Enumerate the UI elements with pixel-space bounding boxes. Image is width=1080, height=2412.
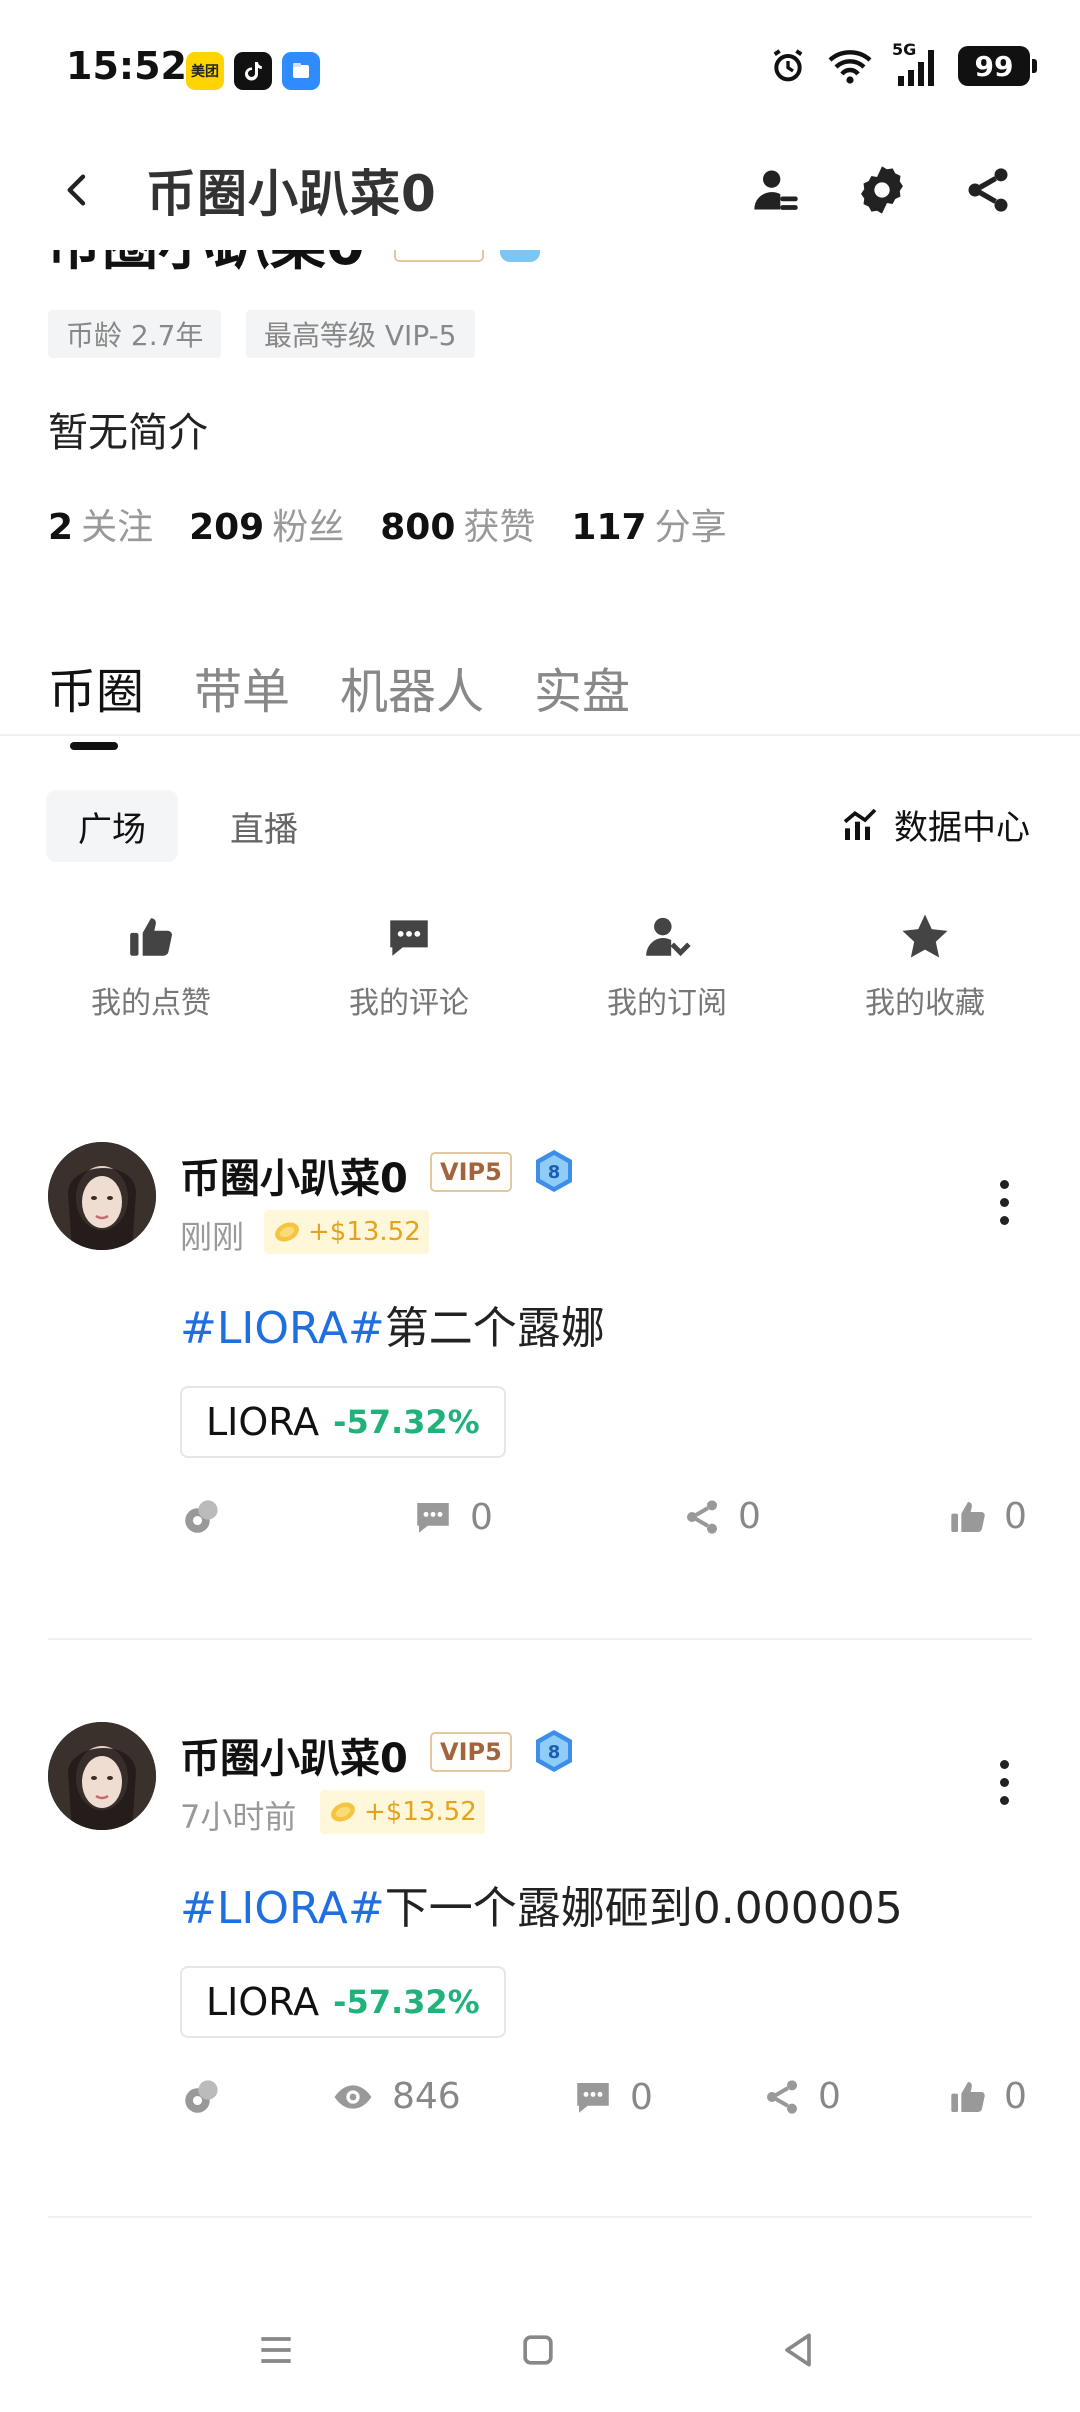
files-app-icon	[282, 52, 320, 90]
chart-icon	[843, 808, 877, 840]
share-icon	[767, 2079, 797, 2114]
post-author-name[interactable]: 币圈小趴菜0	[180, 1726, 408, 1784]
subscribe-icon	[640, 910, 694, 964]
comment-button[interactable]: 0	[572, 2076, 653, 2118]
level-badge: 8	[532, 1728, 576, 1774]
share-icon	[968, 168, 1008, 212]
post-author-name[interactable]: 币圈小趴菜0	[180, 1146, 408, 1204]
thumbs-up-icon	[124, 910, 178, 964]
thumbs-up-icon	[951, 2081, 985, 2112]
coin-icon	[331, 1802, 355, 1822]
battery-indicator: 99	[958, 46, 1037, 86]
signal-icon: 5G	[892, 40, 940, 86]
alarm-icon	[773, 49, 803, 82]
status-bar: 15:52 美团 5G 99	[0, 0, 1080, 130]
user-settings-icon	[754, 170, 798, 210]
subtab-square[interactable]: 广场	[46, 790, 178, 862]
post-divider	[48, 2216, 1032, 2218]
status-time: 15:52	[66, 44, 187, 88]
tip-button[interactable]	[180, 2076, 222, 2118]
stat-followers[interactable]: 209 粉丝	[189, 498, 344, 550]
profile-stats: 2 关注 209 粉丝 800 获赞 117 分享	[48, 498, 727, 550]
more-options-button[interactable]	[984, 1172, 1024, 1232]
like-button[interactable]: 0	[948, 2076, 1027, 2117]
stat-likes[interactable]: 800 获赞	[380, 498, 535, 550]
gear-icon	[861, 166, 903, 214]
hashtag-link[interactable]: #LIORA#	[180, 1883, 385, 1934]
coin-icon	[275, 1222, 299, 1242]
quick-actions: 我的点赞 我的评论 我的订阅 我的收藏	[0, 910, 1080, 1022]
earnings-badge: +$13.52	[320, 1790, 485, 1834]
back-button[interactable]	[48, 160, 108, 220]
thumbs-up-icon	[951, 1501, 985, 1532]
more-options-button[interactable]	[984, 1752, 1024, 1812]
tag-coin-age: 币龄 2.7年	[48, 310, 222, 358]
comment-icon	[382, 910, 436, 964]
comment-icon	[577, 2083, 609, 2113]
post-divider	[48, 1638, 1032, 1640]
nav-title: 币圈小趴菜0	[146, 165, 437, 223]
like-button[interactable]: 0	[948, 1496, 1027, 1537]
star-icon	[898, 910, 952, 964]
vip-badge: VIP5	[430, 1732, 512, 1772]
tab-live-account[interactable]: 实盘	[534, 652, 630, 722]
coin-chip[interactable]: LIORA -57.32%	[180, 1966, 506, 2038]
menu-icon[interactable]	[254, 2328, 298, 2372]
post-content: #LIORA#第二个露娜	[180, 1303, 605, 1354]
system-nav-bar	[0, 2290, 1080, 2412]
settings-button[interactable]	[852, 160, 912, 220]
tip-coin-icon	[185, 2080, 218, 2113]
tag-max-vip: 最高等级 VIP-5	[246, 310, 475, 358]
comment-button[interactable]: 0	[412, 1496, 493, 1538]
hashtag-link[interactable]: #LIORA#	[180, 1303, 385, 1354]
share-icon	[687, 1499, 717, 1534]
post-content: #LIORA#下一个露娜砸到0.000005	[180, 1883, 903, 1934]
coin-chip[interactable]: LIORA -57.32%	[180, 1386, 506, 1458]
my-favorites-button[interactable]: 我的收藏	[796, 910, 1054, 1022]
meituan-app-icon: 美团	[186, 52, 224, 90]
share-button[interactable]: 0	[762, 2076, 841, 2117]
tip-button[interactable]	[180, 1496, 222, 1538]
stat-shares[interactable]: 117 分享	[571, 498, 726, 550]
back-icon	[67, 174, 86, 206]
wifi-icon	[828, 50, 872, 84]
tab-coin-circle[interactable]: 币圈	[48, 652, 144, 750]
post-time: 刚刚	[180, 1218, 245, 1256]
profile-bio: 暂无简介	[48, 410, 208, 456]
comment-icon	[417, 1503, 449, 1533]
tiktok-app-icon	[234, 52, 272, 90]
tabs-divider	[0, 734, 1080, 736]
views-count: 846	[330, 2076, 461, 2117]
level-badge: 8	[532, 1148, 576, 1194]
active-tab-indicator	[70, 742, 118, 750]
my-comments-button[interactable]: 我的评论	[280, 910, 538, 1022]
post-time: 7小时前	[180, 1798, 297, 1836]
tip-coin-icon	[185, 1500, 218, 1533]
main-tabs: 币圈 带单 机器人 实盘	[48, 652, 630, 750]
avatar[interactable]	[48, 1722, 156, 1830]
svg-text:8: 8	[548, 1742, 561, 1763]
svg-text:8: 8	[548, 1162, 561, 1183]
vip-badge: VIP5	[430, 1152, 512, 1192]
post-actions: 846 0 0 0	[0, 2076, 1080, 2136]
home-icon[interactable]	[516, 2328, 560, 2372]
tab-bots[interactable]: 机器人	[340, 652, 484, 722]
back-nav-icon[interactable]	[776, 2328, 820, 2372]
earnings-badge: +$13.52	[264, 1210, 429, 1254]
data-center-link[interactable]: 数据中心	[840, 800, 1030, 849]
subtab-live[interactable]: 直播	[198, 790, 330, 862]
post-actions: 0 0 0	[0, 1496, 1080, 1556]
status-indicators: 5G 99	[768, 40, 1037, 86]
tab-copy-trading[interactable]: 带单	[194, 652, 290, 722]
eye-icon	[334, 2084, 372, 2109]
user-settings-button[interactable]	[746, 160, 806, 220]
top-nav: 币圈小趴菜0	[0, 130, 1080, 250]
share-button[interactable]	[958, 160, 1018, 220]
stat-following[interactable]: 2 关注	[48, 498, 153, 550]
avatar[interactable]	[48, 1142, 156, 1250]
my-likes-button[interactable]: 我的点赞	[22, 910, 280, 1022]
sub-tabs: 广场 直播	[46, 790, 330, 862]
share-button[interactable]: 0	[682, 1496, 761, 1537]
my-subscriptions-button[interactable]: 我的订阅	[538, 910, 796, 1022]
